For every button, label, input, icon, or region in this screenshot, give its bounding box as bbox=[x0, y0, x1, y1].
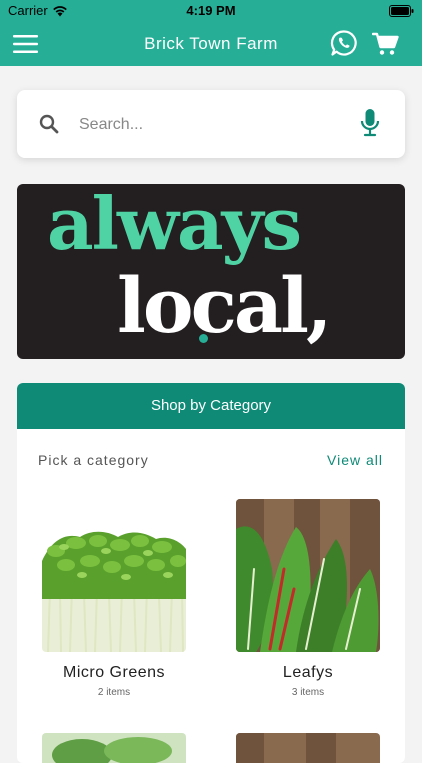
search-icon bbox=[39, 114, 59, 134]
category-image-partial[interactable] bbox=[42, 733, 186, 763]
whatsapp-icon[interactable] bbox=[330, 29, 358, 57]
banner-headline-line1: always bbox=[47, 184, 302, 266]
search-input[interactable] bbox=[77, 110, 351, 140]
view-all-link[interactable]: View all bbox=[327, 452, 383, 468]
microphone-icon[interactable] bbox=[359, 108, 381, 138]
category-name: Leafys bbox=[282, 664, 334, 681]
nav-bar: Brick Town Farm bbox=[0, 22, 422, 66]
cart-icon[interactable] bbox=[372, 31, 400, 57]
battery-icon bbox=[389, 5, 414, 17]
status-bar: Carrier 4:19 PM bbox=[0, 0, 422, 22]
promo-banner[interactable]: always local, bbox=[17, 184, 405, 359]
pick-category-label: Pick a category bbox=[38, 452, 149, 468]
app-title: Brick Town Farm bbox=[144, 34, 278, 53]
status-time: 4:19 PM bbox=[186, 3, 236, 18]
leafys-image bbox=[236, 499, 380, 652]
carousel-indicator-dot[interactable] bbox=[199, 334, 208, 343]
category-item-count: 3 items bbox=[291, 687, 325, 698]
search-bar bbox=[17, 90, 405, 158]
micro-greens-image bbox=[42, 499, 186, 652]
category-section-header: Shop by Category bbox=[17, 383, 405, 429]
category-name: Micro Greens bbox=[62, 664, 166, 681]
category-image-partial[interactable] bbox=[236, 733, 380, 763]
category-item-count: 2 items bbox=[97, 687, 131, 698]
banner-headline-line2: local, bbox=[117, 261, 332, 350]
category-section: Shop by Category Pick a category View al… bbox=[17, 383, 405, 763]
